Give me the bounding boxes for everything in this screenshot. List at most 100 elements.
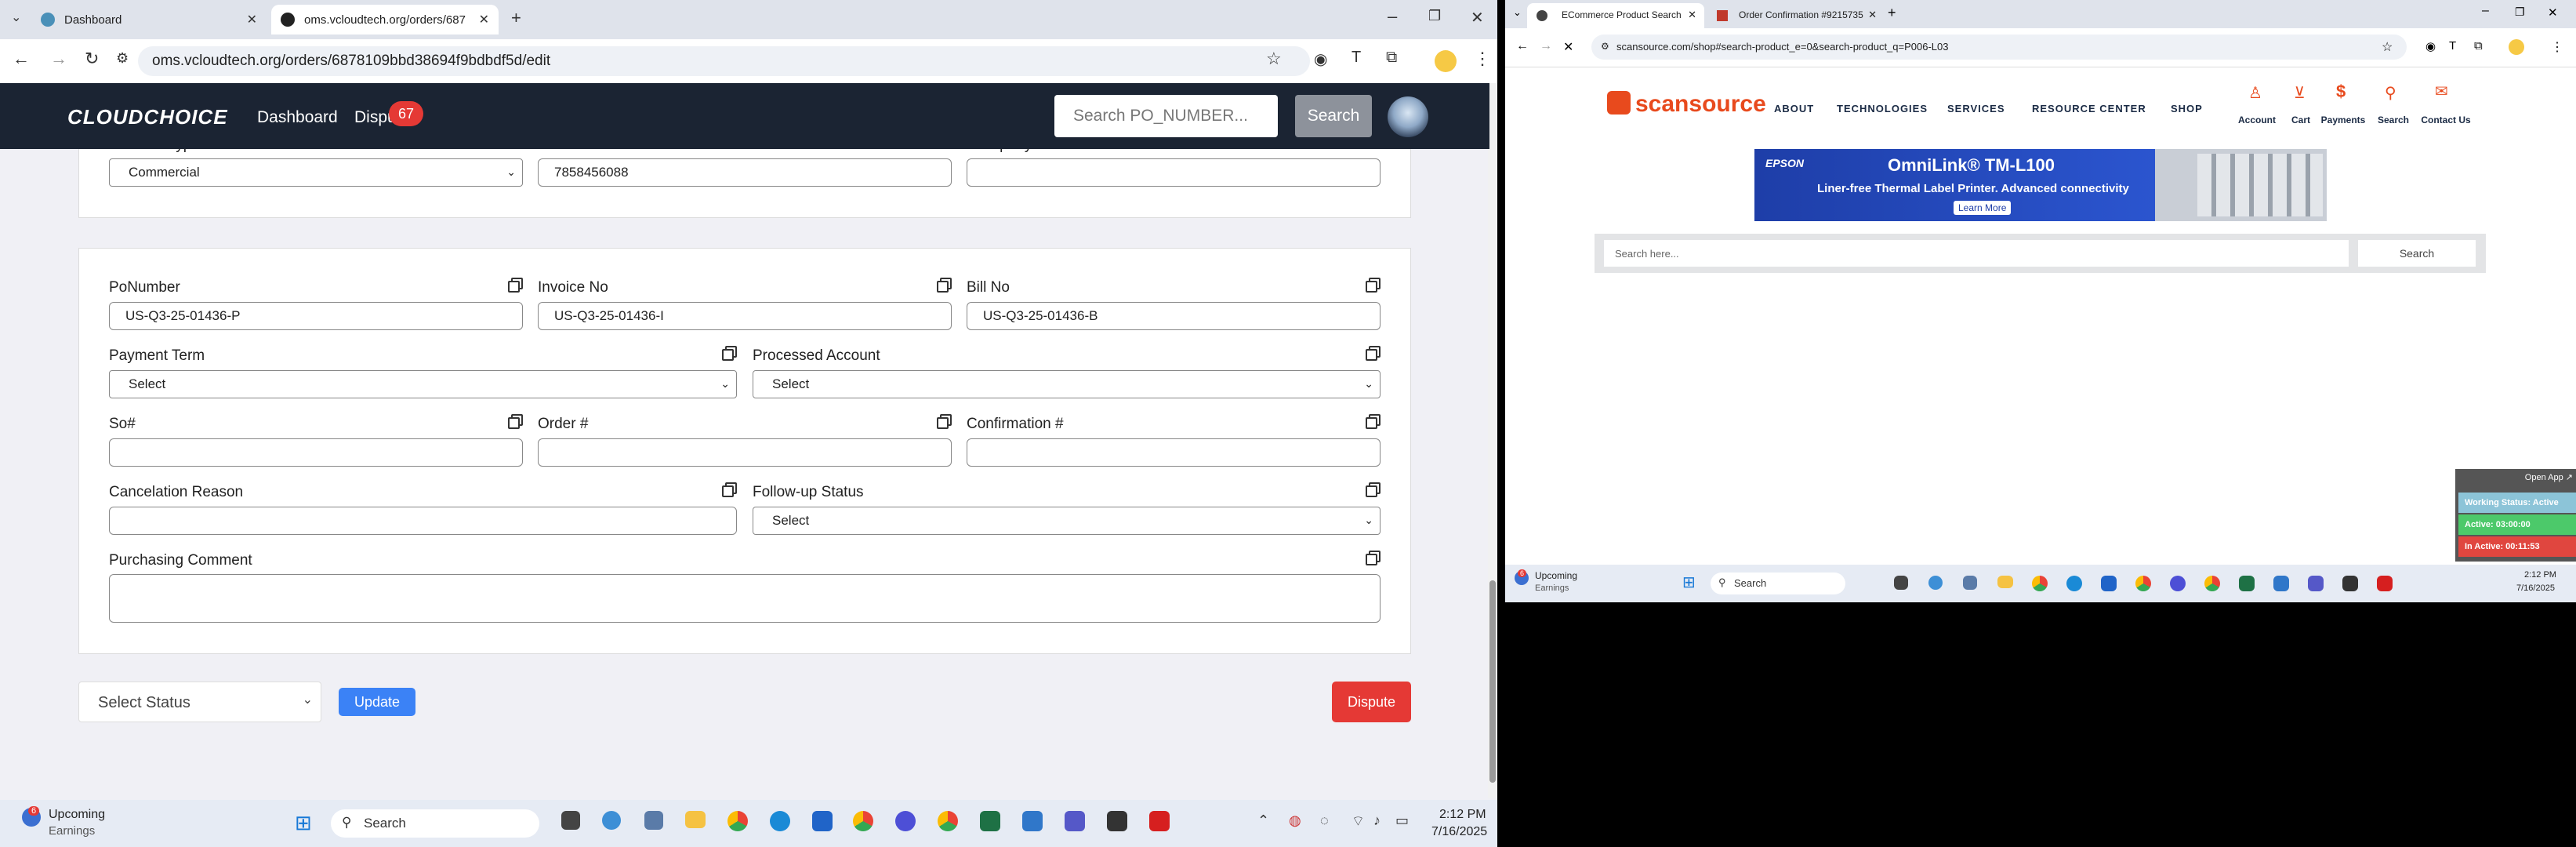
app-logo[interactable]: CLOUDCHOICE — [67, 105, 228, 129]
nav-dashboard[interactable]: Dashboard — [257, 108, 338, 127]
profile-avatar[interactable] — [1435, 50, 1457, 72]
copy-icon[interactable] — [722, 346, 737, 361]
menu-dots-icon[interactable]: ⋮ — [1474, 49, 1491, 69]
stop-icon[interactable]: ✕ — [1563, 39, 1573, 55]
text-extension-icon[interactable]: T — [2449, 39, 2456, 53]
contact-link[interactable]: Contact Us — [2413, 115, 2479, 125]
forward-icon[interactable]: → — [50, 49, 67, 69]
scansource-logo-icon[interactable] — [1607, 91, 1631, 115]
minimize-icon[interactable]: – — [1388, 6, 1397, 27]
excel-icon[interactable] — [2239, 576, 2255, 591]
app-icon[interactable] — [602, 811, 621, 830]
copy-icon[interactable] — [937, 278, 952, 293]
copy-icon[interactable] — [1366, 346, 1381, 361]
back-icon[interactable]: ← — [13, 49, 30, 69]
company-phone-input[interactable] — [967, 158, 1381, 187]
edge-icon[interactable] — [770, 811, 790, 831]
task-view-icon[interactable] — [561, 811, 580, 830]
chrome-icon[interactable] — [2032, 576, 2048, 591]
tab-search-icon[interactable]: ⌄ — [11, 9, 21, 25]
tray-app-icon[interactable]: ◍ — [1289, 812, 1301, 829]
window-close-icon[interactable]: ✕ — [2548, 5, 2558, 20]
page-scrollbar[interactable] — [1488, 83, 1497, 798]
copy-icon[interactable] — [722, 482, 737, 497]
edge-icon[interactable] — [2066, 576, 2082, 591]
tab-dashboard[interactable]: Dashboard ✕ — [31, 5, 267, 35]
nav-resource-center[interactable]: RESOURCE CENTER — [2032, 103, 2146, 115]
app-icon[interactable] — [2273, 576, 2289, 591]
puzzle-icon[interactable]: ⧉ — [1386, 49, 1397, 67]
close-icon[interactable]: ✕ — [247, 12, 257, 27]
clock-date[interactable]: 7/16/2025 — [2516, 583, 2555, 593]
processed-account-select[interactable]: Select ⌄ — [753, 370, 1381, 398]
puzzle-icon[interactable]: ⧉ — [2474, 39, 2483, 53]
copy-icon[interactable] — [1366, 482, 1381, 497]
acrobat-icon[interactable] — [1149, 811, 1170, 831]
acrobat-icon[interactable] — [2377, 576, 2393, 591]
close-icon[interactable]: ✕ — [1868, 9, 1877, 21]
purchasing-comment-textarea[interactable] — [109, 574, 1381, 623]
status-select[interactable]: Select Status ⌄ — [78, 682, 321, 722]
dispute-button[interactable]: Dispute — [1332, 682, 1411, 722]
windows-start-icon[interactable]: ⊞ — [1682, 573, 1696, 592]
account-icon[interactable]: ♙ — [2248, 83, 2262, 103]
banner-learn-more[interactable]: Learn More — [1954, 201, 2012, 215]
app-icon[interactable] — [1928, 576, 1943, 590]
clock-time[interactable]: 2:12 PM — [2524, 570, 2556, 580]
url-input[interactable]: ⚙ scansource.com/shop#search-product_e=0… — [1591, 35, 2407, 60]
reload-icon[interactable]: ↻ — [85, 49, 99, 69]
app-icon[interactable] — [895, 811, 916, 831]
taskbar-search[interactable]: ⚲ Search — [331, 809, 539, 838]
new-tab-icon[interactable]: + — [1888, 5, 1896, 21]
tray-app-icon[interactable]: ◌ — [1320, 812, 1329, 829]
copy-icon[interactable] — [1366, 551, 1381, 565]
outlook-icon[interactable] — [2101, 576, 2117, 591]
url-input[interactable]: oms.vcloudtech.org/orders/6878109bbd3869… — [138, 46, 1310, 76]
payment-term-select[interactable]: Select ⌄ — [109, 370, 737, 398]
maximize-icon[interactable]: ❐ — [2515, 5, 2525, 19]
user-avatar[interactable] — [1388, 96, 1428, 137]
po-number-input[interactable]: US-Q3-25-01436-P — [109, 302, 523, 330]
account-link[interactable]: Account — [2230, 115, 2284, 125]
tab-search-icon[interactable]: ⌄ — [1513, 6, 1522, 19]
so-input[interactable] — [109, 438, 523, 467]
epson-banner[interactable]: EPSON OmniLink® TM-L100 Liner-free Therm… — [1754, 149, 2327, 221]
teams-icon[interactable] — [2308, 576, 2324, 591]
excel-icon[interactable] — [980, 811, 1000, 831]
copy-icon[interactable] — [937, 414, 952, 429]
file-explorer-icon[interactable] — [1997, 576, 2013, 588]
calculator-icon[interactable] — [644, 811, 663, 830]
nav-services[interactable]: SERVICES — [1947, 103, 2005, 115]
chrome-profile-icon[interactable] — [2204, 576, 2220, 591]
nav-about[interactable]: ABOUT — [1774, 103, 1814, 115]
followup-status-select[interactable]: Select ⌄ — [753, 507, 1381, 535]
app-icon[interactable] — [1022, 811, 1043, 831]
maximize-icon[interactable]: ❐ — [1428, 8, 1441, 24]
windows-start-icon[interactable]: ⊞ — [295, 811, 312, 835]
tab-orders-edit[interactable]: oms.vcloudtech.org/orders/687 ✕ — [271, 5, 499, 35]
app-icon[interactable] — [1107, 811, 1127, 831]
site-search-button[interactable]: Search — [2358, 240, 2476, 267]
bookmark-star-icon[interactable]: ☆ — [2382, 39, 2393, 55]
scansource-logo[interactable]: scansource — [1635, 91, 1766, 118]
file-explorer-icon[interactable] — [685, 811, 706, 828]
scrollbar-thumb[interactable] — [1489, 580, 1496, 783]
address-type-select[interactable]: Commercial ⌄ — [109, 158, 523, 187]
tab-ecommerce-search[interactable]: ECommerce Product Search ✕ — [1527, 3, 1704, 28]
search-icon[interactable]: ⚲ — [2385, 83, 2396, 103]
menu-dots-icon[interactable]: ⋮ — [2551, 39, 2563, 55]
profile-avatar[interactable] — [2509, 39, 2524, 55]
copy-icon[interactable] — [508, 414, 523, 429]
clock-time[interactable]: 2:12 PM — [1439, 808, 1486, 822]
payments-link[interactable]: Payments — [2316, 115, 2371, 125]
back-icon[interactable]: ← — [1516, 39, 1529, 53]
confirmation-input[interactable] — [967, 438, 1381, 467]
cart-link[interactable]: Cart — [2281, 115, 2320, 125]
invoice-no-input[interactable]: US-Q3-25-01436-I — [538, 302, 952, 330]
task-view-icon[interactable] — [1894, 576, 1908, 590]
clock-date[interactable]: 7/16/2025 — [1431, 825, 1487, 839]
copy-icon[interactable] — [1366, 414, 1381, 429]
copy-icon[interactable] — [508, 278, 523, 293]
app-icon[interactable] — [2170, 576, 2186, 591]
phone-input[interactable]: 7858456088 — [538, 158, 952, 187]
